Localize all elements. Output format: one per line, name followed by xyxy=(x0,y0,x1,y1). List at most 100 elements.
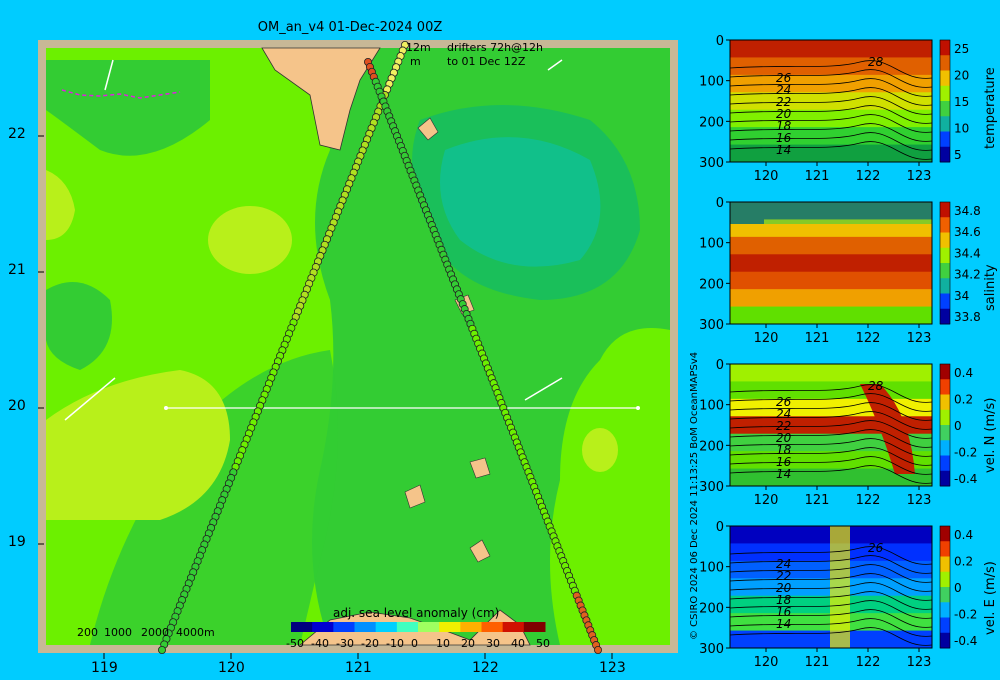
lon-tick: 120 xyxy=(754,331,779,346)
lon-tick: 123 xyxy=(599,660,626,676)
lon-tick: 122 xyxy=(856,655,881,670)
colorbar-tick: -30 xyxy=(336,637,354,650)
lon-tick: 120 xyxy=(754,655,779,670)
panel-cbar-tick: -0.4 xyxy=(954,472,977,486)
colorbar-cell xyxy=(354,622,377,632)
panel-colorbar-cell xyxy=(940,632,950,649)
anomaly-high-4 xyxy=(582,428,618,472)
panel-colorbar-cell xyxy=(940,379,950,395)
panel-cbar-tick: 0 xyxy=(954,419,962,433)
panel-cbar-tick: 0.4 xyxy=(954,528,973,542)
panel-cbar-tick: -0.2 xyxy=(954,446,977,460)
panel-colorbar-cell xyxy=(940,587,950,603)
lon-tick: 123 xyxy=(907,493,932,508)
depth-tick: 300 xyxy=(700,156,724,171)
panel-colorbar-cell xyxy=(940,217,950,233)
lon-tick: 122 xyxy=(856,493,881,508)
panel-salinity: 0 100 200 300 120 121 122 123 34.8 34.6 34.4 34.2 34… xyxy=(700,196,998,346)
depth-legend-2000: 2000 xyxy=(141,626,169,639)
section-band xyxy=(730,254,932,273)
panel-colorbar-cell xyxy=(940,146,950,163)
panel-cbar-tick: 5 xyxy=(954,148,962,162)
panel-colorbar-cell xyxy=(940,440,950,456)
panel-ylabel: salinity xyxy=(983,264,998,311)
depth-tick: 300 xyxy=(700,318,724,333)
colorbar-cell xyxy=(375,622,398,632)
panel-cbar-tick: 34 xyxy=(954,289,969,303)
lon-tick: 122 xyxy=(472,660,499,676)
contour-label: 14 xyxy=(776,467,791,481)
depth-tick: 300 xyxy=(700,480,724,495)
panel-cbar-tick: 0.2 xyxy=(954,555,973,569)
section-band xyxy=(730,109,932,128)
depth-tick: 0 xyxy=(716,196,724,211)
depth-tick: 0 xyxy=(716,34,724,49)
panel-colorbar-cell xyxy=(940,602,950,618)
panel-cbar-tick: 15 xyxy=(954,95,969,109)
colorbar-cell xyxy=(291,622,313,632)
panel-temperature: 28262422201816140100200300120 121 122 12325… xyxy=(700,34,998,184)
panel-cbar-tick: 34.8 xyxy=(954,204,981,218)
colorbar-cell xyxy=(439,622,461,632)
panel-cbar-tick: 34.4 xyxy=(954,246,981,260)
lon-tick: 123 xyxy=(907,331,932,346)
panel-cbar-tick: 10 xyxy=(954,122,969,136)
panel-colorbar-cell xyxy=(940,556,950,573)
colorbar-tick: 30 xyxy=(486,637,500,650)
panel-cbar-tick: -0.2 xyxy=(954,608,977,622)
colorbar-cell xyxy=(396,622,419,632)
section-band xyxy=(730,236,932,255)
colorbar-cell xyxy=(460,622,482,632)
lon-tick: 123 xyxy=(907,169,932,184)
contour-label: 28 xyxy=(868,55,884,69)
section-band xyxy=(730,202,932,224)
depth-tick: 100 xyxy=(700,75,724,90)
panel-cbar-tick: 34.6 xyxy=(954,225,981,239)
contour-label: 26 xyxy=(868,541,884,555)
panel-cbar-tick: 20 xyxy=(954,69,969,83)
panel-colorbar-cell xyxy=(940,131,950,148)
panel-colorbar-cell xyxy=(940,617,950,634)
colorbar-cell xyxy=(312,622,334,632)
colorbar-tick: 20 xyxy=(461,637,475,650)
colorbar-cell xyxy=(418,622,440,632)
lat-tick: 19 xyxy=(8,534,26,550)
colorbar-tick: 40 xyxy=(511,637,525,650)
lon-tick: 123 xyxy=(907,655,932,670)
colorbar-tick: 50 xyxy=(536,637,550,650)
drifter-legend-2: to 01 Dec 12Z xyxy=(447,55,526,68)
depth-tick: 100 xyxy=(700,399,724,414)
depth-tick: 200 xyxy=(700,601,724,616)
panel-ylabel: vel. E (m/s) xyxy=(983,561,998,635)
lon-tick: 120 xyxy=(754,493,779,508)
panel-colorbar-cell xyxy=(940,394,950,411)
lon-tick: 119 xyxy=(91,660,118,676)
colorbar-tick: 10 xyxy=(436,637,450,650)
section-band xyxy=(730,271,932,290)
copyright-text: © CSIRO 2024 06 Dec 2024 11:13:25 BoM Oc… xyxy=(689,351,700,640)
panel-colorbar-cell xyxy=(940,526,950,542)
lon-tick: 121 xyxy=(805,493,830,508)
panel-colorbar-cell xyxy=(940,85,950,102)
panel-colorbar-cell xyxy=(940,116,950,132)
depth-tick: 300 xyxy=(700,642,724,657)
drifter-scale-1: 12m xyxy=(406,41,431,54)
track-point xyxy=(594,646,603,655)
lon-tick: 121 xyxy=(805,169,830,184)
panel-colorbar-cell xyxy=(940,70,950,87)
lon-tick: 120 xyxy=(754,169,779,184)
lat-tick: 22 xyxy=(8,126,26,142)
panel-cbar-tick: 25 xyxy=(954,42,969,56)
panel-cbar-tick: -0.4 xyxy=(954,634,977,648)
depth-tick: 200 xyxy=(700,115,724,130)
contour-label: 14 xyxy=(776,143,791,157)
panel-ylabel: temperature xyxy=(983,67,998,149)
lon-tick: 121 xyxy=(345,660,372,676)
depth-tick: 0 xyxy=(716,358,724,373)
panel-cbar-tick: 0.4 xyxy=(954,366,973,380)
panel-colorbar-cell xyxy=(940,455,950,472)
panel-colorbar-cell xyxy=(940,425,950,441)
depth-legend-1000: 1000 xyxy=(104,626,132,639)
drifter-legend-1: drifters 72h@12h xyxy=(447,41,544,54)
panel-ylabel: vel. N (m/s) xyxy=(983,398,998,473)
